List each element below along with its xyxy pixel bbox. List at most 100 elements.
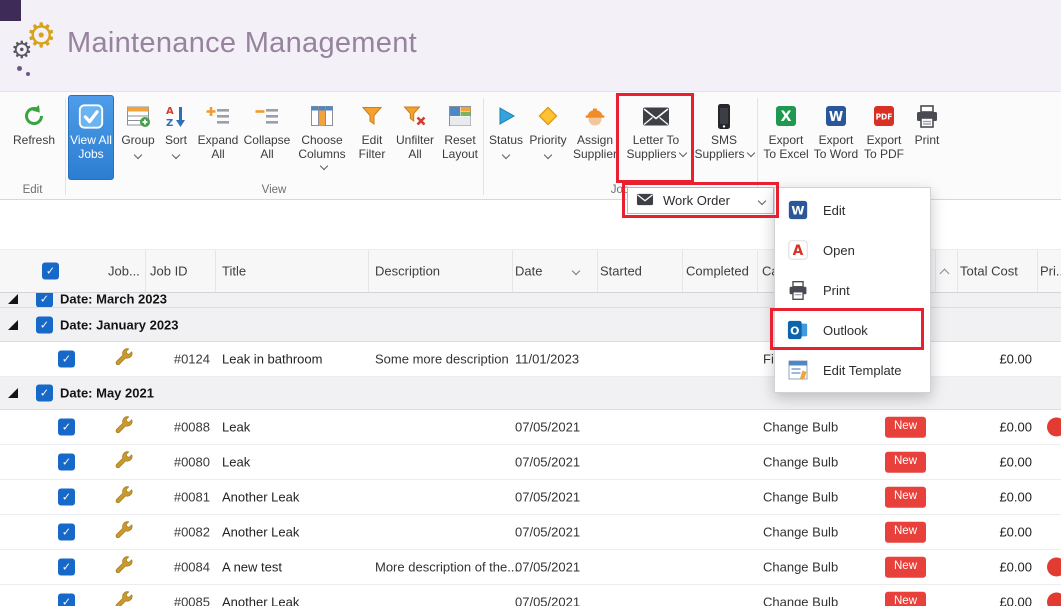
menu-item-edit-template[interactable]: Edit Template (775, 350, 930, 390)
choose-columns-button[interactable]: Choose Columns (294, 96, 350, 178)
group-expand-icon[interactable] (8, 294, 18, 304)
ribbon-group-label-edit: Edit (22, 184, 43, 196)
cell-title: Another Leak (222, 594, 300, 606)
button-label: Export To Excel (763, 133, 809, 161)
export-to-excel-button[interactable]: X Export To Excel (762, 96, 810, 178)
chevron-down-icon (746, 148, 755, 157)
row-checkbox[interactable]: ✓ (36, 316, 53, 333)
menu-item-open[interactable]: A Open (775, 230, 930, 270)
column-header-started[interactable]: Started (600, 264, 642, 279)
cell-date: 07/05/2021 (515, 489, 581, 505)
cell-category: Change Bulb (763, 454, 839, 470)
column-separator (757, 250, 758, 292)
table-row[interactable]: ✓ #0085 Another Leak 07/05/2021 Change B… (0, 585, 1061, 606)
table-row[interactable]: ✓ #0080 Leak 07/05/2021 Change Bulb New … (0, 445, 1061, 480)
sms-suppliers-button[interactable]: SMS Suppliers (693, 96, 755, 178)
expand-all-button[interactable]: Expand All (196, 96, 240, 178)
row-checkbox[interactable]: ✓ (36, 384, 53, 402)
job-wrench-icon (112, 520, 134, 545)
collapse-all-button[interactable]: Collapse All (241, 96, 293, 178)
button-label: Collapse All (243, 133, 291, 161)
group-expand-icon[interactable] (8, 388, 18, 398)
check-icon: ✓ (39, 293, 50, 306)
reset-layout-button[interactable]: Reset Layout (437, 96, 483, 178)
status-badge: New (885, 591, 927, 606)
menu-item-edit[interactable]: W Edit (775, 190, 930, 230)
column-header-title[interactable]: Title (222, 264, 246, 279)
svg-text:Z: Z (166, 118, 173, 129)
row-checkbox[interactable]: ✓ (36, 293, 53, 307)
letter-to-suppliers-button[interactable]: Letter To Suppliers (621, 96, 691, 178)
cell-date: 11/01/2023 (515, 351, 580, 367)
cell-title: Leak in bathroom (222, 351, 323, 367)
refresh-button[interactable]: Refresh (6, 96, 62, 178)
row-checkbox[interactable]: ✓ (58, 593, 75, 606)
cell-date: 07/05/2021 (515, 524, 581, 540)
check-icon: ✓ (61, 560, 72, 574)
button-label: Export To PDF (863, 133, 904, 161)
group-button[interactable]: Group (117, 96, 159, 178)
status-badge: New (885, 451, 927, 473)
priority-alert-icon (1047, 417, 1061, 437)
export-to-word-button[interactable]: W Export To Word (812, 96, 860, 178)
page-title: Maintenance Management (67, 27, 417, 59)
chevron-down-icon (171, 150, 181, 159)
group-expand-icon[interactable] (8, 319, 18, 330)
reset-layout-icon (448, 100, 472, 132)
cell-category: Change Bulb (763, 489, 839, 505)
cell-title: Another Leak (222, 489, 300, 505)
check-icon: ✓ (61, 352, 72, 366)
row-checkbox[interactable]: ✓ (58, 350, 75, 368)
row-checkbox[interactable]: ✓ (58, 488, 75, 506)
check-icon: ✓ (61, 525, 72, 539)
menu-item-print[interactable]: Print (775, 270, 930, 310)
export-to-pdf-button[interactable]: PDF Export To PDF (861, 96, 907, 178)
menu-item-label: Edit Template (823, 362, 902, 378)
row-checkbox[interactable]: ✓ (58, 523, 75, 541)
table-row[interactable]: ✓ #0084 A new test More description of t… (0, 550, 1061, 585)
column-header-date[interactable]: Date (515, 264, 542, 279)
sort-ascending-icon[interactable] (939, 268, 950, 279)
row-checkbox[interactable]: ✓ (58, 453, 75, 471)
column-header-job[interactable]: Job... (108, 264, 140, 279)
menu-item-label: Open (823, 242, 855, 258)
column-header-total-cost[interactable]: Total Cost (960, 264, 1018, 279)
assign-supplier-button[interactable]: Assign Supplier (569, 96, 621, 178)
menu-item-outlook[interactable]: O Outlook (775, 310, 930, 350)
work-order-dropdown[interactable]: Work Order (627, 187, 774, 214)
check-icon: ✓ (39, 386, 50, 400)
select-all-checkbox[interactable]: ✓ (42, 262, 59, 280)
unfilter-all-button[interactable]: Unfilter All (393, 96, 437, 178)
chevron-down-icon (757, 196, 767, 205)
chevron-down-icon[interactable] (571, 266, 581, 276)
column-header-job-id[interactable]: Job ID (150, 264, 188, 279)
edit-filter-button[interactable]: Edit Filter (351, 96, 393, 178)
button-label: View All Jobs (70, 133, 112, 161)
cell-category: Change Bulb (763, 419, 839, 435)
table-row[interactable]: ✓ #0081 Another Leak 07/05/2021 Change B… (0, 480, 1061, 515)
printer-icon (914, 100, 940, 132)
table-row[interactable]: ✓ #0082 Another Leak 07/05/2021 Change B… (0, 515, 1061, 550)
collapse-all-icon (255, 100, 279, 132)
sort-icon: AZ (165, 100, 187, 132)
column-header-description[interactable]: Description (375, 264, 440, 279)
sort-button[interactable]: AZ Sort (158, 96, 194, 178)
print-button[interactable]: Print (908, 96, 946, 178)
column-header-priority[interactable]: Pri... (1040, 264, 1061, 279)
column-separator (145, 250, 146, 292)
toolbar-separator (483, 98, 484, 195)
table-row[interactable]: ✓ #0088 Leak 07/05/2021 Change Bulb New … (0, 410, 1061, 445)
status-button[interactable]: Status (486, 96, 526, 178)
priority-alert-icon (1047, 557, 1061, 577)
row-checkbox[interactable]: ✓ (58, 558, 75, 576)
priority-diamond-icon (536, 100, 560, 132)
column-separator (512, 250, 513, 292)
view-all-jobs-button[interactable]: View All Jobs (68, 95, 114, 180)
pdf-icon: PDF (872, 100, 896, 132)
app-window: ⚙ ⚙ Maintenance Management Edit View Job… (0, 0, 1061, 606)
column-header-completed[interactable]: Completed (686, 264, 749, 279)
row-checkbox[interactable]: ✓ (58, 418, 75, 436)
status-badge: New (885, 416, 927, 438)
view-all-jobs-icon (77, 100, 105, 132)
priority-button[interactable]: Priority (527, 96, 569, 178)
